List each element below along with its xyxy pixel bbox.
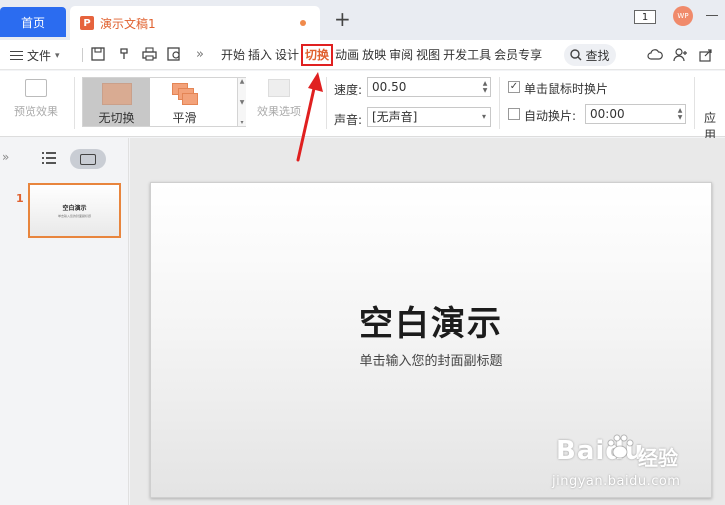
- chevron-down-icon: ▾: [55, 50, 60, 61]
- preview-effect-label: 预览效果: [14, 105, 58, 118]
- cloud-icon[interactable]: [647, 47, 663, 63]
- collapse-panel-icon[interactable]: »: [2, 150, 9, 164]
- presentation-icon: P: [80, 16, 94, 30]
- add-user-icon[interactable]: [673, 47, 689, 63]
- search-label: 查找: [585, 48, 610, 63]
- tab-bar: 首页 P 演示文稿1 + 1 WP: [0, 0, 725, 40]
- tab-transition[interactable]: 切换: [301, 44, 334, 66]
- ribbon-tabs: 开始 插入 设计 切换 动画 放映 审阅 视图 开发工具 会员专享: [220, 40, 544, 70]
- annotation-arrow-icon: [296, 72, 323, 162]
- thumbnail-title: 空白演示: [62, 205, 87, 212]
- home-tab[interactable]: 首页: [0, 7, 66, 37]
- search-button[interactable]: 查找: [564, 44, 616, 66]
- scroll-down-icon[interactable]: ▼: [240, 99, 245, 106]
- tab-start[interactable]: 开始: [220, 46, 246, 64]
- on-click-checkbox[interactable]: ✓: [508, 81, 520, 93]
- print-preview-icon[interactable]: [166, 46, 182, 62]
- slide-view-button[interactable]: [70, 149, 106, 169]
- save-icon[interactable]: [90, 46, 106, 62]
- stepper-arrows-icon[interactable]: ▲ ▼: [675, 105, 685, 123]
- stepper-arrows-icon[interactable]: ▲ ▼: [480, 78, 490, 96]
- document-tab[interactable]: P 演示文稿1: [70, 6, 320, 40]
- minimize-icon[interactable]: [706, 15, 718, 16]
- speed-stepper[interactable]: 00.50 ▲ ▼: [367, 77, 491, 97]
- slide-panel: » 1 空白演示 单击输入您的封面副标题: [0, 138, 129, 505]
- transition-ribbon: 预览效果 无切换 平滑 ▲ ▼ ▾ 效果选项 速度: 00.50 ▲ ▼ 声音: …: [0, 71, 725, 142]
- slide-number: 1: [16, 192, 24, 205]
- transition-smooth[interactable]: 平滑: [151, 78, 218, 126]
- preview-effect-button[interactable]: 预览效果: [6, 79, 66, 129]
- effect-options-icon: [268, 79, 290, 97]
- more-tools-icon[interactable]: »: [192, 46, 208, 62]
- speed-label: 速度:: [334, 83, 363, 97]
- search-icon: [570, 49, 582, 61]
- window-count-icon[interactable]: 1: [634, 10, 656, 24]
- slide-thumbnail[interactable]: 空白演示 单击输入您的封面副标题: [28, 183, 121, 238]
- on-click-label: 单击鼠标时换片: [524, 82, 609, 96]
- divider: [82, 48, 83, 62]
- unsaved-dot-icon: [300, 20, 306, 26]
- file-menu-label: 文件: [27, 49, 52, 63]
- tab-design[interactable]: 设计: [274, 46, 300, 64]
- preview-icon: [25, 79, 47, 97]
- document-tab-title: 演示文稿1: [100, 16, 156, 31]
- gallery-scrollbar[interactable]: ▲ ▼ ▾: [237, 78, 246, 126]
- gallery-expand-icon[interactable]: ▾: [240, 119, 243, 126]
- sound-label: 声音:: [334, 113, 363, 127]
- auto-advance-value: 00:00: [590, 107, 625, 121]
- slide-subtitle[interactable]: 单击输入您的封面副标题: [151, 350, 711, 369]
- home-tab-label: 首页: [20, 15, 45, 30]
- print-icon[interactable]: [141, 46, 157, 62]
- outline-view-icon[interactable]: [42, 152, 56, 164]
- divider: [499, 77, 500, 129]
- divider: [74, 77, 75, 129]
- baidu-watermark: Baidu 经验 jingyan.baidu.com: [552, 428, 722, 498]
- slides-icon: [80, 153, 96, 165]
- tab-review[interactable]: 审阅: [388, 46, 414, 64]
- watermark-cn: 经验: [638, 446, 678, 470]
- format-painter-icon[interactable]: [116, 46, 132, 62]
- tab-slideshow[interactable]: 放映: [361, 46, 387, 64]
- transition-gallery: 无切换 平滑 ▲ ▼ ▾: [82, 77, 246, 127]
- divider: [694, 77, 695, 129]
- sound-value: [无声音]: [372, 110, 418, 124]
- tab-member[interactable]: 会员专享: [493, 46, 543, 64]
- none-transition-icon: [101, 83, 132, 105]
- file-menu-button[interactable]: 文件 ▾: [10, 47, 60, 64]
- thumbnail-subtitle: 单击输入您的封面副标题: [57, 214, 91, 218]
- scroll-up-icon[interactable]: ▲: [240, 78, 245, 85]
- speed-value: 00.50: [372, 80, 407, 94]
- menu-row: 文件 ▾ » 开始 插入 设计 切换 动画 放映 审阅 视图 开发工具 会员专享…: [0, 40, 725, 70]
- tab-developer[interactable]: 开发工具: [442, 46, 492, 64]
- auto-advance-label: 自动换片:: [524, 109, 577, 123]
- transition-none[interactable]: 无切换: [83, 78, 150, 126]
- paw-icon: [607, 434, 634, 459]
- slide-title[interactable]: 空白演示: [151, 296, 711, 345]
- transition-smooth-label: 平滑: [172, 111, 197, 125]
- smooth-transition-icon: [171, 83, 198, 105]
- auto-advance-stepper[interactable]: 00:00 ▲ ▼: [585, 104, 686, 124]
- tab-insert[interactable]: 插入: [247, 46, 273, 64]
- avatar[interactable]: WP: [673, 6, 693, 26]
- watermark-url: jingyan.baidu.com: [552, 474, 681, 489]
- auto-advance-checkbox[interactable]: [508, 108, 520, 120]
- transition-none-label: 无切换: [98, 111, 135, 125]
- new-tab-button[interactable]: +: [334, 9, 351, 29]
- hamburger-icon: [10, 50, 23, 61]
- chevron-down-icon: ▾: [481, 112, 486, 121]
- tab-animation[interactable]: 动画: [334, 46, 360, 64]
- sound-select[interactable]: [无声音] ▾: [367, 107, 491, 127]
- share-icon[interactable]: [698, 47, 714, 63]
- tab-view[interactable]: 视图: [415, 46, 441, 64]
